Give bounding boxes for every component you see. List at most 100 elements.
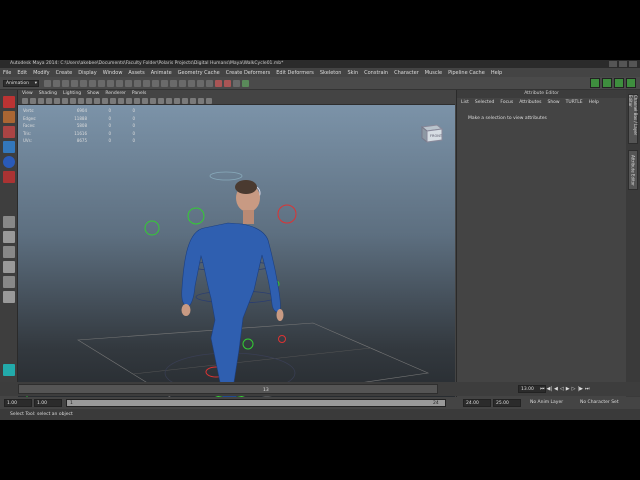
playback-end-field[interactable]: 24.00	[463, 399, 491, 407]
step-forward-frame-icon[interactable]: ▷	[572, 386, 576, 392]
head-control-curve[interactable]	[209, 171, 243, 181]
mask-curves-icon[interactable]	[116, 80, 123, 87]
start-time-field[interactable]: 1.00	[4, 399, 32, 407]
select-object-icon[interactable]	[80, 80, 87, 87]
persp-outliner-layout-icon[interactable]	[3, 246, 15, 258]
go-to-end-icon[interactable]: ⏭	[585, 386, 590, 392]
ae-menu-list[interactable]: List	[461, 100, 469, 105]
perspective-viewport[interactable]: View Shading Lighting Show Renderer Pane…	[18, 90, 455, 412]
four-view-layout-icon[interactable]	[3, 231, 15, 243]
tab-attribute-editor[interactable]: Attribute Editor	[628, 150, 638, 190]
single-perspective-layout-icon[interactable]	[3, 216, 15, 228]
channel-box-toggle-icon[interactable]	[626, 78, 636, 88]
arm-fk-control-curve[interactable]	[277, 204, 297, 224]
step-forward-key-icon[interactable]: |▶	[577, 386, 583, 392]
knee-control-curve[interactable]	[242, 338, 254, 350]
rotate-tool-icon[interactable]	[3, 156, 15, 168]
mask-dynamics-icon[interactable]	[143, 80, 150, 87]
menu-muscle[interactable]: Muscle	[425, 70, 442, 76]
menu-character[interactable]: Character	[394, 70, 419, 76]
current-frame-label: 13	[263, 388, 269, 393]
tab-channel-box[interactable]: Channel Box / Layer Editor	[628, 94, 638, 144]
render-frame-icon[interactable]	[215, 80, 222, 87]
scene-canvas[interactable]: x y	[18, 90, 455, 412]
tool-settings-icon[interactable]	[614, 78, 624, 88]
open-scene-icon[interactable]	[53, 80, 60, 87]
menu-display[interactable]: Display	[78, 70, 96, 76]
play-backward-icon[interactable]: ◁	[560, 386, 564, 392]
menu-file[interactable]: File	[3, 70, 11, 76]
ae-menu-help[interactable]: Help	[589, 100, 599, 105]
move-tool-icon[interactable]	[3, 141, 15, 153]
menu-create-deformers[interactable]: Create Deformers	[226, 70, 271, 76]
menu-help[interactable]: Help	[491, 70, 502, 76]
select-tool-icon[interactable]	[3, 96, 15, 108]
mask-surfaces-icon[interactable]	[125, 80, 132, 87]
menu-skeleton[interactable]: Skeleton	[320, 70, 342, 76]
new-scene-icon[interactable]	[44, 80, 51, 87]
persp-graph-layout-icon[interactable]	[3, 261, 15, 273]
menu-constrain[interactable]: Constrain	[364, 70, 388, 76]
mask-misc-icon[interactable]	[161, 80, 168, 87]
status-line: Animation	[0, 77, 640, 90]
step-back-key-icon[interactable]: ◀|	[547, 386, 553, 392]
maximize-button[interactable]	[619, 61, 627, 67]
menu-edit[interactable]: Edit	[17, 70, 27, 76]
lasso-tool-icon[interactable]	[3, 111, 15, 123]
select-hierarchy-icon[interactable]	[71, 80, 78, 87]
mask-joints-icon[interactable]	[107, 80, 114, 87]
select-component-icon[interactable]	[89, 80, 96, 87]
mask-rendering-icon[interactable]	[152, 80, 159, 87]
snap-view-icon[interactable]	[197, 80, 204, 87]
character-model[interactable]	[181, 180, 284, 404]
time-slider-track[interactable]	[18, 384, 438, 394]
shoulder-control-curve[interactable]	[187, 207, 205, 225]
ae-menu-selected[interactable]: Selected	[475, 100, 495, 105]
scale-tool-icon[interactable]	[3, 171, 15, 183]
end-time-field[interactable]: 25.00	[493, 399, 521, 407]
ae-menu-focus[interactable]: Focus	[500, 100, 513, 105]
save-scene-icon[interactable]	[62, 80, 69, 87]
close-button[interactable]	[629, 61, 637, 67]
hypershade-layout-icon[interactable]	[3, 276, 15, 288]
menu-window[interactable]: Window	[103, 70, 123, 76]
minimize-button[interactable]	[609, 61, 617, 67]
window-title: Autodesk Maya 2014: C:\Users\akebee\Docu…	[10, 61, 284, 66]
menu-skin[interactable]: Skin	[347, 70, 358, 76]
mode-dropdown[interactable]: Animation	[3, 80, 39, 87]
render-settings-icon[interactable]	[233, 80, 240, 87]
modeling-toolkit-icon[interactable]	[590, 78, 600, 88]
attribute-editor-toggle-icon[interactable]	[602, 78, 612, 88]
anim-layer-dropdown[interactable]: No Anim Layer	[530, 400, 563, 405]
menu-modify[interactable]: Modify	[33, 70, 50, 76]
menu-create[interactable]: Create	[56, 70, 73, 76]
play-forward-icon[interactable]: ▶	[566, 386, 570, 392]
attribute-editor-menubar: List Selected Focus Attributes Show TURT…	[457, 98, 626, 106]
mask-deformations-icon[interactable]	[134, 80, 141, 87]
paint-select-tool-icon[interactable]	[3, 126, 15, 138]
ae-menu-turtle[interactable]: TURTLE	[566, 100, 583, 105]
menu-assets[interactable]: Assets	[128, 70, 144, 76]
playback-controls: ⏮ ◀| ◀ ◁ ▶ ▷ |▶ ⏭	[540, 382, 590, 396]
ae-menu-show[interactable]: Show	[547, 100, 559, 105]
ipr-render-icon[interactable]	[224, 80, 231, 87]
playback-start-field[interactable]: 1.00	[34, 399, 62, 407]
character-set-dropdown[interactable]: No Character Set	[580, 400, 619, 405]
snap-grid-icon[interactable]	[170, 80, 177, 87]
outliner-layout-icon[interactable]	[3, 291, 15, 303]
step-back-frame-icon[interactable]: ◀	[554, 386, 558, 392]
range-slider[interactable]: 1 24	[66, 399, 446, 407]
menu-edit-deformers[interactable]: Edit Deformers	[276, 70, 314, 76]
hypershade-icon[interactable]	[242, 80, 249, 87]
snap-curve-icon[interactable]	[179, 80, 186, 87]
menu-animate[interactable]: Animate	[151, 70, 172, 76]
knee-pole-curve[interactable]	[278, 335, 286, 343]
menu-pipeline-cache[interactable]: Pipeline Cache	[448, 70, 485, 76]
ae-menu-attributes[interactable]: Attributes	[519, 100, 541, 105]
menu-geometry-cache[interactable]: Geometry Cache	[178, 70, 220, 76]
mask-handles-icon[interactable]	[98, 80, 105, 87]
history-icon[interactable]	[206, 80, 213, 87]
snap-point-icon[interactable]	[188, 80, 195, 87]
go-to-start-icon[interactable]: ⏮	[540, 386, 545, 392]
hand-ik-control-curve[interactable]	[144, 220, 160, 236]
